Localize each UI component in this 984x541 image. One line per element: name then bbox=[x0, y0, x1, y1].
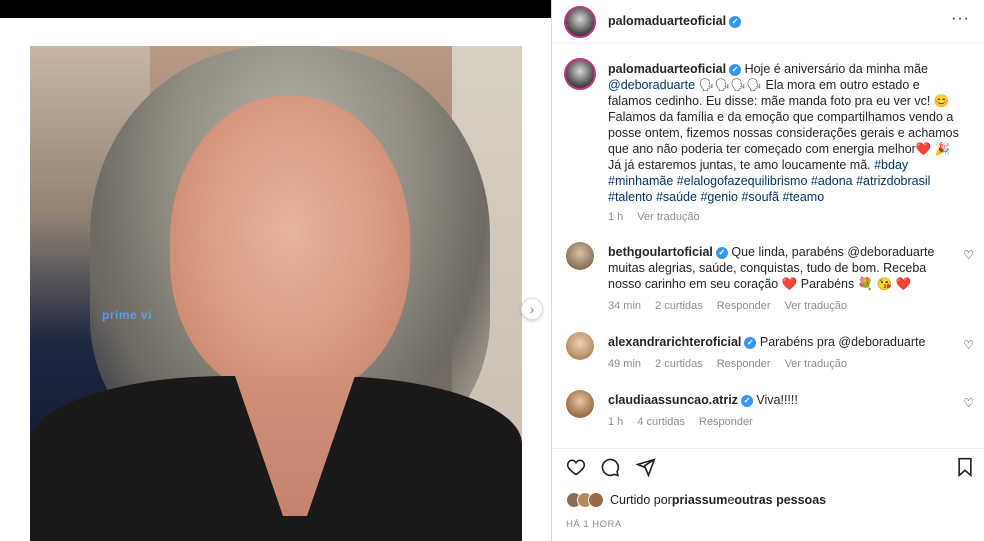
caption-author-avatar[interactable] bbox=[564, 58, 596, 90]
next-photo-button[interactable]: › bbox=[521, 298, 543, 320]
comment-reply-button[interactable]: Responder bbox=[717, 358, 771, 370]
comment-like-icon[interactable]: ♡ bbox=[963, 338, 974, 352]
comment-body: alexandrarichteroficial ✓ Parabéns pra @d… bbox=[608, 334, 948, 372]
post-header: palomaduarteoficial ✓ ··· bbox=[552, 0, 984, 44]
comment-text: Parabéns pra bbox=[756, 335, 839, 349]
comment-avatar[interactable] bbox=[566, 332, 594, 360]
caption-translate-link[interactable]: Ver tradução bbox=[637, 211, 699, 223]
comment-translate-link[interactable]: Ver tradução bbox=[785, 358, 847, 370]
caption-time[interactable]: 1 h bbox=[608, 211, 623, 223]
comment-text-after: muitas alegrias, saúde, conquistas, tudo… bbox=[608, 261, 927, 291]
likes-summary: Curtido por priassum e outras pessoas bbox=[566, 492, 826, 508]
likes-others[interactable]: outras pessoas bbox=[734, 493, 826, 507]
photo-panel: prime vi › bbox=[0, 18, 551, 541]
chevron-right-icon: › bbox=[529, 301, 535, 317]
comment-meta: 1 h 4 curtidas Responder bbox=[608, 414, 948, 430]
comment-avatar[interactable] bbox=[566, 390, 594, 418]
comment-reply-button[interactable]: Responder bbox=[717, 300, 771, 312]
comment-translate-link[interactable]: Ver tradução bbox=[785, 300, 847, 312]
caption-meta: 1 h Ver tradução bbox=[608, 209, 964, 225]
comment-likes[interactable]: 2 curtidas bbox=[655, 300, 703, 312]
comment-time[interactable]: 1 h bbox=[608, 416, 623, 428]
post-actions bbox=[552, 448, 984, 484]
comment-time[interactable]: 34 min bbox=[608, 300, 641, 312]
verified-badge-icon: ✓ bbox=[729, 63, 742, 76]
liker-avatar[interactable] bbox=[588, 492, 604, 508]
comment-reply-button[interactable]: Responder bbox=[699, 416, 753, 428]
comment-avatar[interactable] bbox=[566, 242, 594, 270]
comment-meta: 34 min 2 curtidas Responder Ver tradução bbox=[608, 298, 948, 314]
post-photo[interactable]: prime vi bbox=[30, 46, 522, 541]
post-sidebar: palomaduarteoficial ✓ ··· palomaduarteofi… bbox=[552, 0, 984, 541]
comment-text: Viva!!!!! bbox=[752, 393, 798, 407]
comment-mention[interactable]: @deboraduarte bbox=[847, 245, 934, 259]
comment-username[interactable]: claudiaassuncao.atriz bbox=[608, 393, 738, 407]
verified-badge-icon: ✓ bbox=[740, 394, 753, 407]
comment-bubble-icon[interactable] bbox=[600, 457, 620, 481]
more-options-icon[interactable]: ··· bbox=[951, 10, 970, 28]
photo-background-text: prime vi bbox=[102, 308, 153, 322]
post-caption: palomaduarteoficial ✓ Hoje é aniversário … bbox=[608, 61, 964, 225]
comment-username[interactable]: bethgoulartoficial bbox=[608, 245, 713, 259]
comment-mention[interactable]: @deboraduarte bbox=[838, 335, 925, 349]
caption-text-1: Hoje é aniversário da minha mãe bbox=[741, 62, 928, 76]
comment-time[interactable]: 49 min bbox=[608, 358, 641, 370]
likes-user[interactable]: priassum bbox=[672, 493, 728, 507]
author-username[interactable]: palomaduarteoficial bbox=[608, 14, 726, 28]
caption-username[interactable]: palomaduarteoficial bbox=[608, 62, 726, 76]
verified-badge-icon: ✓ bbox=[744, 336, 757, 349]
post-time-ago[interactable]: HÁ 1 HORA bbox=[566, 519, 622, 530]
bookmark-icon[interactable] bbox=[956, 457, 974, 481]
likes-middle: e bbox=[727, 493, 735, 507]
verified-badge-icon: ✓ bbox=[715, 246, 728, 259]
comment-like-icon[interactable]: ♡ bbox=[963, 396, 974, 410]
caption-mention[interactable]: @deboraduarte bbox=[608, 78, 695, 92]
comment-like-icon[interactable]: ♡ bbox=[963, 248, 974, 262]
verified-badge-icon: ✓ bbox=[729, 15, 742, 28]
paper-plane-icon[interactable] bbox=[635, 457, 656, 481]
likes-prefix: Curtido por bbox=[610, 493, 672, 507]
comment-meta: 49 min 2 curtidas Responder Ver tradução bbox=[608, 356, 948, 372]
comment-body: bethgoulartoficial ✓ Que linda, parabéns … bbox=[608, 244, 948, 314]
comment-body: claudiaassuncao.atriz ✓ Viva!!!!! 1 h 4 cu… bbox=[608, 392, 948, 430]
comment-text: Que linda, parabéns bbox=[727, 245, 848, 259]
photo-face bbox=[170, 96, 410, 396]
comment-likes[interactable]: 2 curtidas bbox=[655, 358, 703, 370]
top-black-bar bbox=[0, 0, 551, 18]
comment-likes[interactable]: 4 curtidas bbox=[637, 416, 685, 428]
heart-outline-icon[interactable] bbox=[566, 457, 586, 481]
author-avatar[interactable] bbox=[564, 6, 596, 38]
comment-username[interactable]: alexandrarichteroficial bbox=[608, 335, 741, 349]
